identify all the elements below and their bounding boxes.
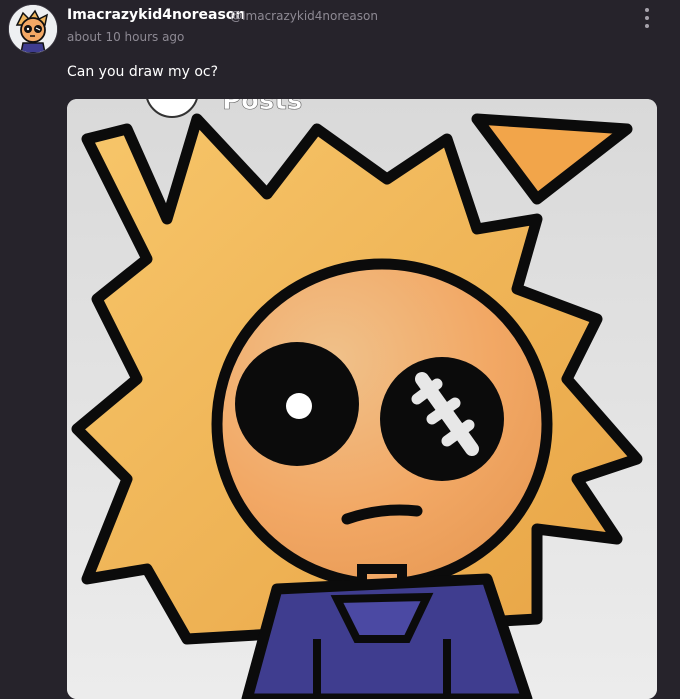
more-options-button[interactable] [638,8,656,28]
user-handle[interactable]: @Imacrazykid4noreason [230,9,378,23]
post-card: Imacrazykid4noreason @Imacrazykid4noreas… [0,0,680,699]
post-text: Can you draw my oc? [67,64,219,80]
username[interactable]: Imacrazykid4noreason [67,7,245,23]
image-caption-partial: Posts [222,99,302,116]
more-vertical-icon-dot [645,24,649,28]
avatar[interactable] [8,4,58,54]
more-vertical-icon [645,8,649,12]
more-vertical-icon-dot [645,16,649,20]
post-image[interactable]: Posts [67,99,657,699]
post-timestamp[interactable]: about 10 hours ago [67,30,184,44]
